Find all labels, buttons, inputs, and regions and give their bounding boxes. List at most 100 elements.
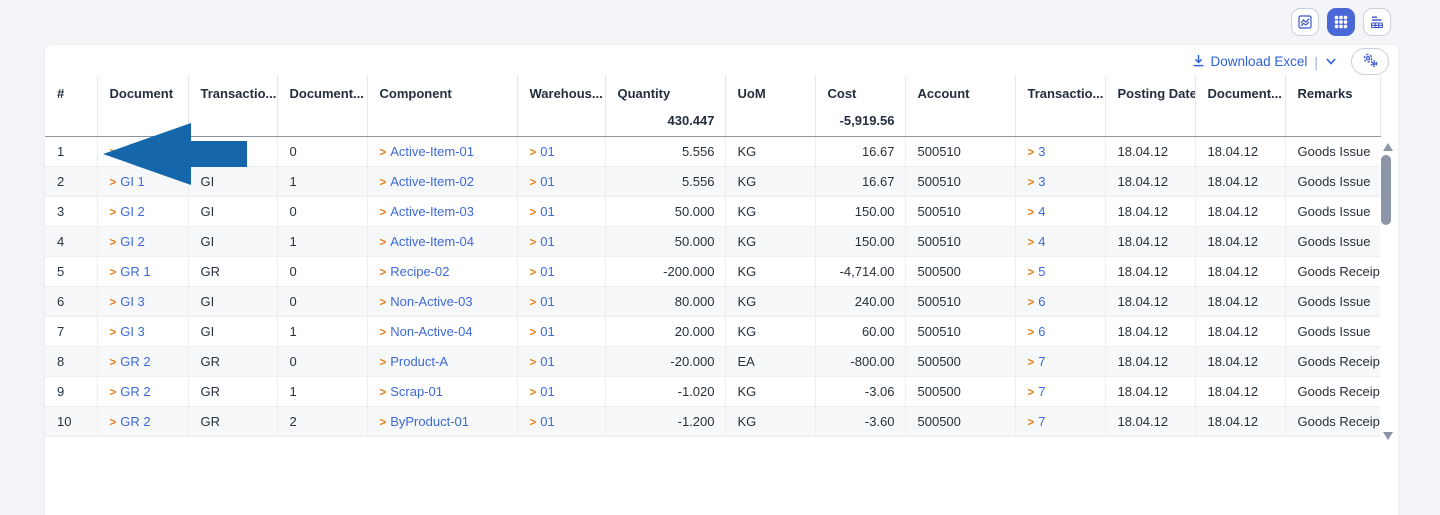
trans_id-link[interactable]: 6	[1038, 324, 1045, 339]
column-header-component[interactable]: Component	[367, 75, 517, 105]
cell-document[interactable]: >GR 2	[97, 376, 188, 406]
column-header-account[interactable]: Account	[905, 75, 1015, 105]
cell-component[interactable]: >Active-Item-01	[367, 136, 517, 166]
settings-button[interactable]	[1351, 48, 1389, 75]
cell-warehouse[interactable]: >01	[517, 226, 605, 256]
cell-document[interactable]: >GR 2	[97, 346, 188, 376]
cell-trans_id[interactable]: >7	[1015, 406, 1105, 436]
chart-table-view-button[interactable]	[1363, 8, 1391, 36]
column-header-idx[interactable]: #	[45, 75, 97, 105]
warehouse-link[interactable]: 01	[540, 354, 554, 369]
trans_id-link[interactable]: 7	[1038, 414, 1045, 429]
component-link[interactable]: Product-A	[390, 354, 448, 369]
download-excel-link[interactable]: Download Excel |	[1192, 54, 1337, 70]
component-link[interactable]: Active-Item-04	[390, 234, 474, 249]
cell-document[interactable]: >GI 2	[97, 226, 188, 256]
trans_id-link[interactable]: 4	[1038, 204, 1045, 219]
cell-document[interactable]: >GI 3	[97, 286, 188, 316]
document-link[interactable]: GR 2	[120, 384, 150, 399]
component-link[interactable]: Recipe-02	[390, 264, 449, 279]
cell-trans_id[interactable]: >7	[1015, 376, 1105, 406]
cell-warehouse[interactable]: >01	[517, 256, 605, 286]
column-header-trans_type[interactable]: Transactio...	[188, 75, 277, 105]
cell-component[interactable]: >Non-Active-04	[367, 316, 517, 346]
column-header-trans_id[interactable]: Transactio...	[1015, 75, 1105, 105]
cell-component[interactable]: >Scrap-01	[367, 376, 517, 406]
document-link[interactable]: GI 3	[120, 294, 145, 309]
chevron-down-icon[interactable]	[1325, 54, 1337, 69]
cell-warehouse[interactable]: >01	[517, 346, 605, 376]
column-header-cost[interactable]: Cost	[815, 75, 905, 105]
warehouse-link[interactable]: 01	[540, 174, 554, 189]
cell-trans_id[interactable]: >7	[1015, 346, 1105, 376]
cell-component[interactable]: >ByProduct-01	[367, 406, 517, 436]
cell-warehouse[interactable]: >01	[517, 316, 605, 346]
column-header-document[interactable]: Document	[97, 75, 188, 105]
document-link[interactable]: GR 1	[120, 264, 150, 279]
component-link[interactable]: ByProduct-01	[390, 414, 469, 429]
cell-document[interactable]: >GR 1	[97, 256, 188, 286]
cell-component[interactable]: >Recipe-02	[367, 256, 517, 286]
trans_id-link[interactable]: 7	[1038, 354, 1045, 369]
cell-trans_id[interactable]: >5	[1015, 256, 1105, 286]
column-header-uom[interactable]: UoM	[725, 75, 815, 105]
cell-trans_id[interactable]: >4	[1015, 226, 1105, 256]
trans_id-link[interactable]: 6	[1038, 294, 1045, 309]
warehouse-link[interactable]: 01	[540, 384, 554, 399]
component-link[interactable]: Non-Active-04	[390, 324, 472, 339]
cell-warehouse[interactable]: >01	[517, 166, 605, 196]
trans_id-link[interactable]: 4	[1038, 234, 1045, 249]
cell-component[interactable]: >Active-Item-03	[367, 196, 517, 226]
warehouse-link[interactable]: 01	[540, 324, 554, 339]
cell-component[interactable]: >Product-A	[367, 346, 517, 376]
warehouse-link[interactable]: 01	[540, 234, 554, 249]
cell-document[interactable]: >GI 1	[97, 166, 188, 196]
warehouse-link[interactable]: 01	[540, 144, 554, 159]
cell-warehouse[interactable]: >01	[517, 196, 605, 226]
column-header-doc_date[interactable]: Document...	[1195, 75, 1285, 105]
chart-view-button[interactable]	[1291, 8, 1319, 36]
cell-document[interactable]: >GI 3	[97, 316, 188, 346]
cell-warehouse[interactable]: >01	[517, 406, 605, 436]
cell-trans_id[interactable]: >3	[1015, 166, 1105, 196]
document-link[interactable]: GR 2	[120, 354, 150, 369]
warehouse-link[interactable]: 01	[540, 264, 554, 279]
cell-component[interactable]: >Active-Item-02	[367, 166, 517, 196]
cell-document[interactable]: >GI 1	[97, 136, 188, 166]
cell-trans_id[interactable]: >6	[1015, 286, 1105, 316]
document-link[interactable]: GI 2	[120, 204, 145, 219]
cell-trans_id[interactable]: >4	[1015, 196, 1105, 226]
trans_id-link[interactable]: 7	[1038, 384, 1045, 399]
trans_id-link[interactable]: 3	[1038, 174, 1045, 189]
cell-document[interactable]: >GI 2	[97, 196, 188, 226]
document-link[interactable]: GI 2	[120, 234, 145, 249]
column-header-quantity[interactable]: Quantity	[605, 75, 725, 105]
cell-warehouse[interactable]: >01	[517, 376, 605, 406]
document-link[interactable]: GI 1	[120, 174, 145, 189]
scroll-down-arrow-icon[interactable]	[1383, 432, 1393, 440]
warehouse-link[interactable]: 01	[540, 204, 554, 219]
cell-trans_id[interactable]: >3	[1015, 136, 1105, 166]
cell-document[interactable]: >GR 2	[97, 406, 188, 436]
cell-component[interactable]: >Non-Active-03	[367, 286, 517, 316]
column-header-remarks[interactable]: Remarks	[1285, 75, 1380, 105]
cell-warehouse[interactable]: >01	[517, 136, 605, 166]
component-link[interactable]: Active-Item-01	[390, 144, 474, 159]
cell-trans_id[interactable]: >6	[1015, 316, 1105, 346]
document-link[interactable]: GI 1	[120, 144, 145, 159]
vertical-scrollbar[interactable]	[1380, 137, 1396, 450]
scrollbar-thumb[interactable]	[1381, 155, 1391, 225]
component-link[interactable]: Active-Item-03	[390, 204, 474, 219]
column-header-posting_date[interactable]: Posting Date	[1105, 75, 1195, 105]
column-header-warehouse[interactable]: Warehous...	[517, 75, 605, 105]
warehouse-link[interactable]: 01	[540, 294, 554, 309]
component-link[interactable]: Scrap-01	[390, 384, 443, 399]
column-header-doc_item[interactable]: Document...	[277, 75, 367, 105]
cell-warehouse[interactable]: >01	[517, 286, 605, 316]
warehouse-link[interactable]: 01	[540, 414, 554, 429]
cell-component[interactable]: >Active-Item-04	[367, 226, 517, 256]
component-link[interactable]: Non-Active-03	[390, 294, 472, 309]
trans_id-link[interactable]: 3	[1038, 144, 1045, 159]
document-link[interactable]: GI 3	[120, 324, 145, 339]
scroll-up-arrow-icon[interactable]	[1383, 143, 1393, 151]
